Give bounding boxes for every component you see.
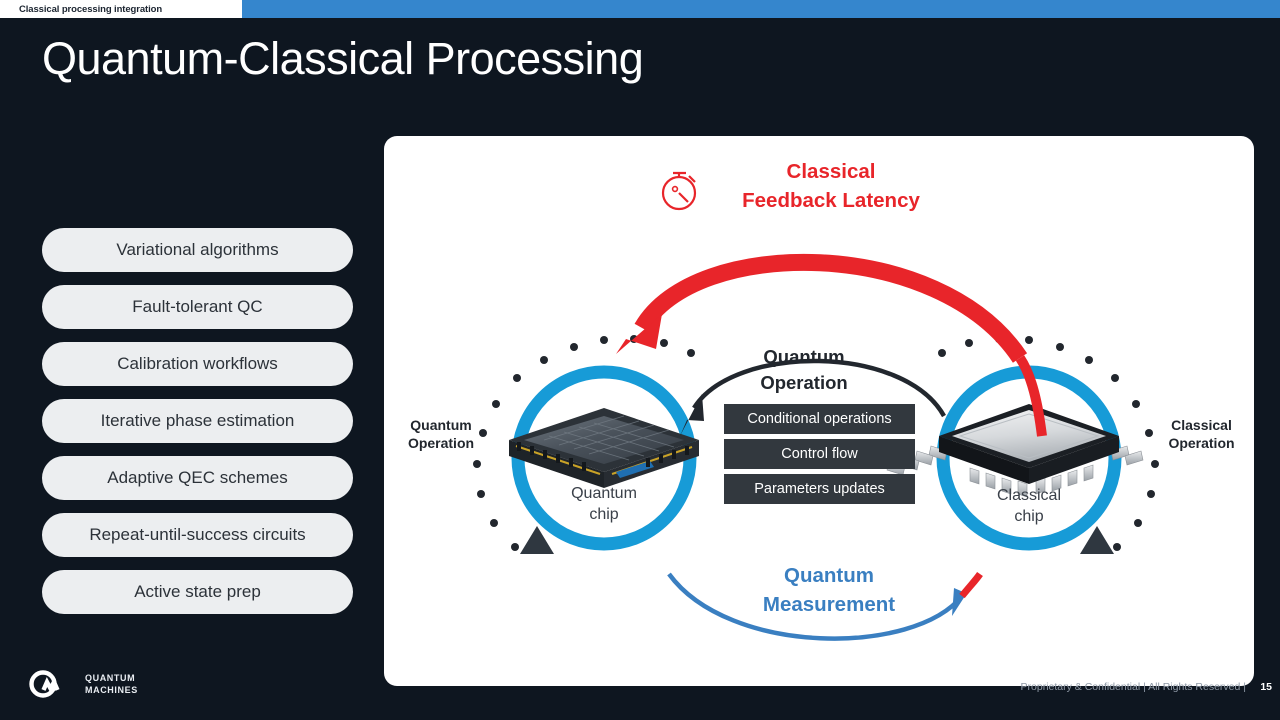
pill-label: Active state prep xyxy=(134,582,261,601)
page-title: Quantum-Classical Processing xyxy=(42,33,644,84)
quantum-chip-caption-line1: Quantum xyxy=(571,485,637,502)
center-operation-heading: Quantum Operation xyxy=(704,344,904,395)
list-item[interactable]: Calibration workflows xyxy=(42,342,353,386)
operation-box-list: Conditional operations Control flow Para… xyxy=(724,404,915,504)
slide-root: Classical processing integration Quantum… xyxy=(0,0,1280,720)
list-item[interactable]: Active state prep xyxy=(42,570,353,614)
measurement-heading-line2: Measurement xyxy=(762,593,896,617)
footer-copyright: Proprietary & Confidential | All Rights … xyxy=(1020,681,1246,693)
pill-label: Iterative phase estimation xyxy=(100,411,295,430)
operation-box-control-flow[interactable]: Control flow xyxy=(724,439,915,469)
pill-label: Repeat-until-success circuits xyxy=(89,525,306,544)
left-side-label: Quantum Operation xyxy=(391,416,491,452)
classical-chip-caption-line2: chip xyxy=(1014,507,1044,525)
logo-line-2: MACHINES xyxy=(85,685,138,696)
classical-chip-caption: Classical chip xyxy=(969,486,1089,528)
pill-label: Variational algorithms xyxy=(116,240,279,259)
list-item[interactable]: Iterative phase estimation xyxy=(42,399,353,443)
app-top-bar: Classical processing integration xyxy=(0,0,1280,18)
classical-chip-caption-line1: Classical xyxy=(996,487,1061,504)
operation-box-conditional[interactable]: Conditional operations xyxy=(724,404,915,434)
right-side-label-line2: Operation xyxy=(1168,435,1235,452)
quantum-machines-logo-text: QUANTUM MACHINES xyxy=(85,672,138,696)
browser-tab[interactable]: Classical processing integration xyxy=(0,0,242,18)
center-operation-line1: Quantum xyxy=(763,346,845,367)
stopwatch-icon xyxy=(661,171,697,211)
operation-box-parameters[interactable]: Parameters updates xyxy=(724,474,915,504)
list-item[interactable]: Fault-tolerant QC xyxy=(42,285,353,329)
browser-tab-label: Classical processing integration xyxy=(19,3,163,15)
left-side-label-line1: Quantum xyxy=(410,417,472,433)
logo-line-1: QUANTUM xyxy=(85,673,136,683)
list-item[interactable]: Adaptive QEC schemes xyxy=(42,456,353,500)
latency-heading-line2: Feedback Latency xyxy=(742,189,920,213)
pill-label: Fault-tolerant QC xyxy=(132,297,263,316)
center-operation-line2: Operation xyxy=(760,371,848,393)
red-arrow-tail xyxy=(959,571,983,599)
right-side-label: Classical Operation xyxy=(1149,416,1254,452)
footer-page-number: 15 xyxy=(1260,681,1272,693)
topic-pill-list: Variational algorithms Fault-tolerant QC… xyxy=(42,228,353,614)
measurement-heading-line1: Quantum xyxy=(784,564,874,587)
quantum-chip-caption-line2: chip xyxy=(589,505,619,523)
pill-label: Calibration workflows xyxy=(117,354,278,373)
quantum-chip-image xyxy=(509,408,699,488)
list-item[interactable]: Repeat-until-success circuits xyxy=(42,513,353,557)
quantum-machines-logo-icon xyxy=(29,670,60,698)
list-item[interactable]: Variational algorithms xyxy=(42,228,353,272)
quantum-chip-caption: Quantum chip xyxy=(544,484,664,526)
left-side-label-line2: Operation xyxy=(407,435,475,452)
operation-box-label: Parameters updates xyxy=(754,481,885,497)
diagram-card: Classical Feedback Latency Quantum Opera… xyxy=(384,136,1254,686)
right-side-label-line1: Classical xyxy=(1171,417,1232,433)
latency-heading-line1: Classical xyxy=(786,160,876,183)
operation-box-label: Control flow xyxy=(781,446,858,462)
operation-box-label: Conditional operations xyxy=(747,411,892,427)
latency-heading: Classical Feedback Latency xyxy=(706,157,956,215)
pill-label: Adaptive QEC schemes xyxy=(107,468,288,487)
measurement-heading: Quantum Measurement xyxy=(709,561,949,619)
